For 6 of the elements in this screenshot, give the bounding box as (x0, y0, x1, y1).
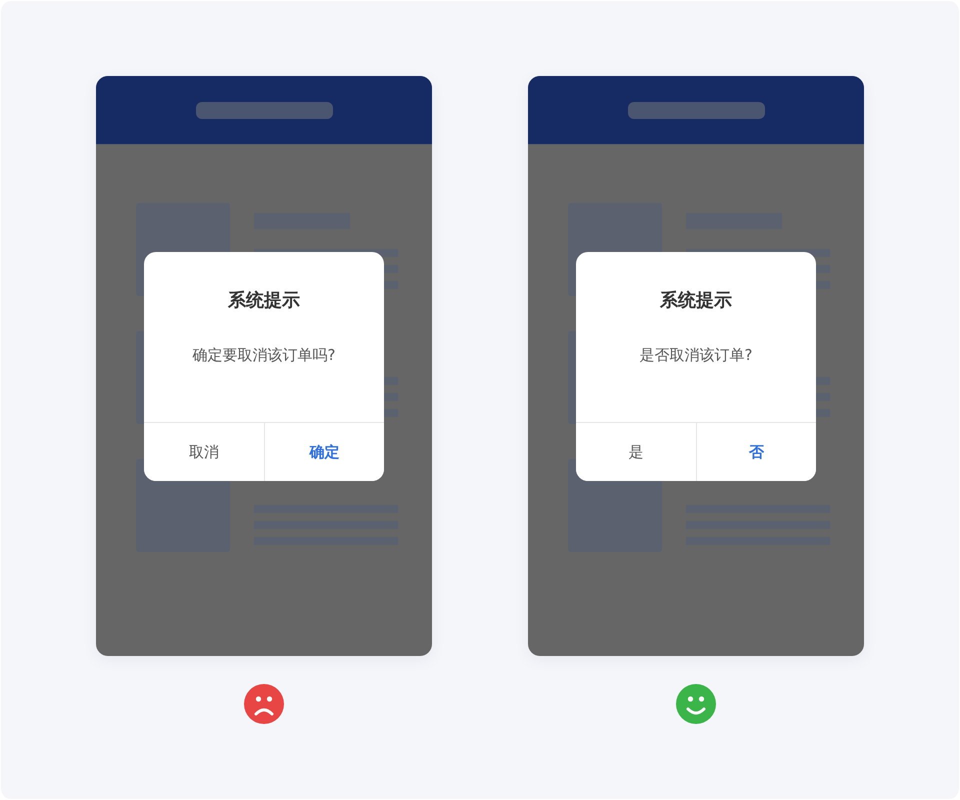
dialog-message: 是否取消该订单? (640, 346, 752, 365)
dialog-button[interactable]: 确定 (264, 423, 384, 481)
dialog-title: 系统提示 (660, 289, 732, 312)
dialog-button[interactable]: 否 (696, 423, 816, 481)
dialog-title: 系统提示 (228, 289, 300, 312)
dialog-message: 确定要取消该订单吗? (192, 346, 336, 365)
